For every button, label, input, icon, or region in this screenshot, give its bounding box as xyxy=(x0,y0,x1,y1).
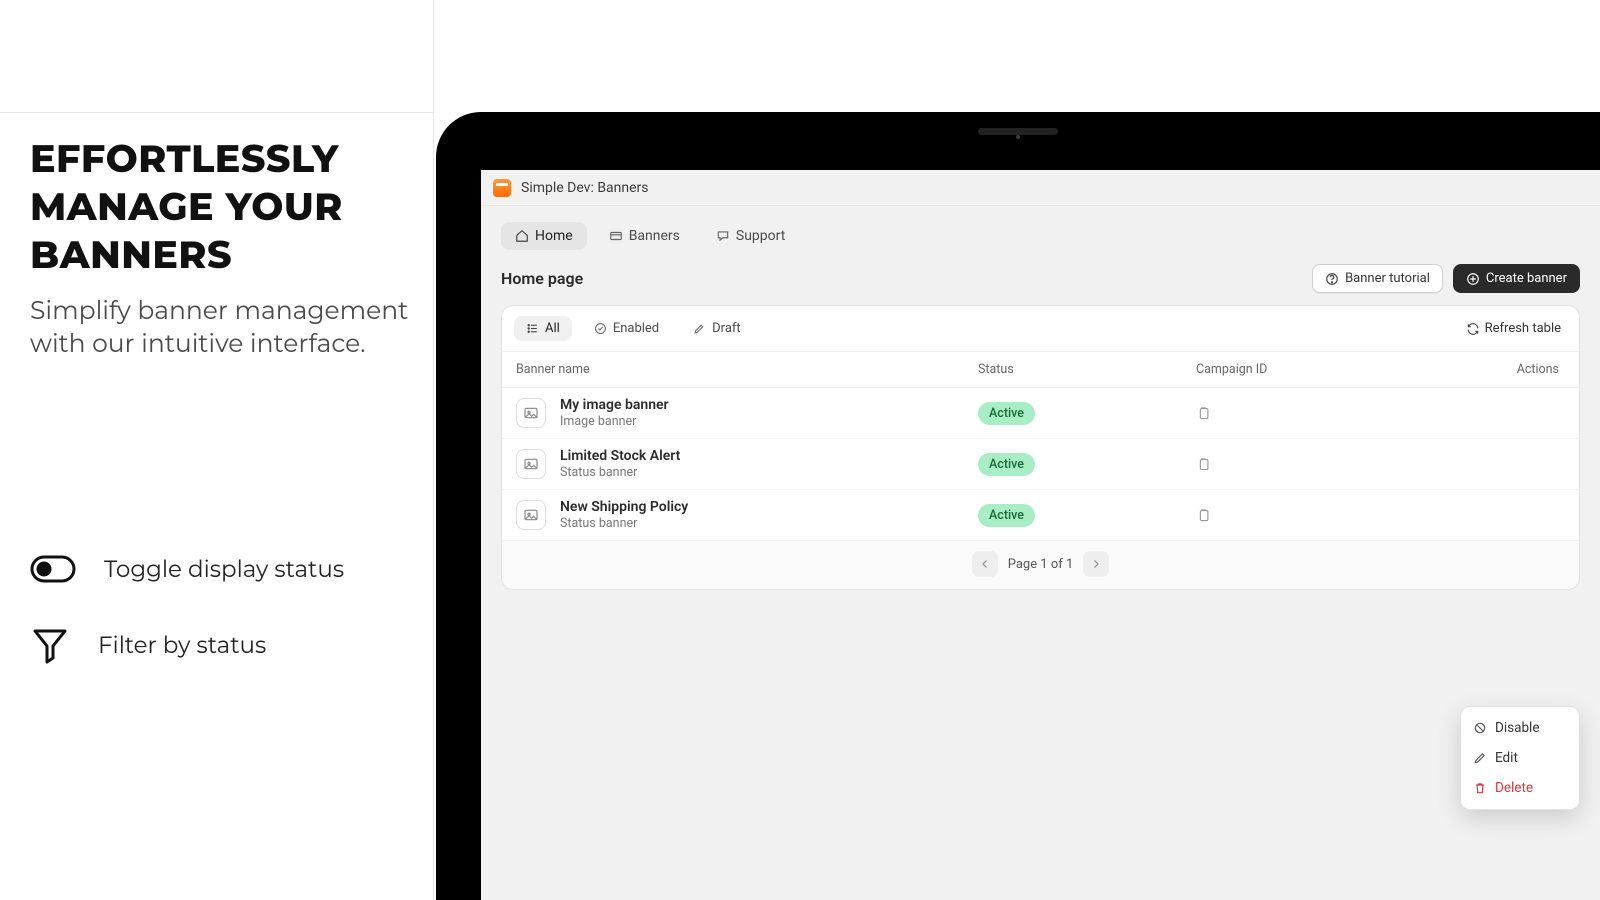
home-icon xyxy=(515,229,529,243)
table-row[interactable]: New Shipping Policy Status banner Active xyxy=(502,490,1579,541)
funnel-icon xyxy=(30,625,70,665)
nav-tabs: Home Banners Support xyxy=(481,206,1600,250)
app-icon xyxy=(493,179,511,197)
page-title: Home page xyxy=(501,269,583,288)
ctx-edit[interactable]: Edit xyxy=(1461,743,1579,773)
window-topbar: Simple Dev: Banners xyxy=(481,170,1600,206)
refresh-table-button[interactable]: Refresh table xyxy=(1460,317,1567,340)
feature-toggle: Toggle display status xyxy=(30,555,344,583)
row-name: New Shipping Policy Status banner xyxy=(560,499,978,531)
laptop-notch xyxy=(978,128,1058,135)
col-status: Status xyxy=(978,362,1196,377)
tab-label: Banners xyxy=(629,228,680,244)
page-prev-button[interactable] xyxy=(972,551,998,577)
image-thumb-icon xyxy=(516,500,546,530)
page-next-button[interactable] xyxy=(1083,551,1109,577)
feature-filter: Filter by status xyxy=(30,625,266,665)
banners-icon xyxy=(609,229,623,243)
tab-home[interactable]: Home xyxy=(501,222,587,250)
status-badge: Active xyxy=(978,504,1035,527)
table-row[interactable]: Limited Stock Alert Status banner Active xyxy=(502,439,1579,490)
ctx-label: Edit xyxy=(1495,750,1518,766)
ctx-disable[interactable]: Disable xyxy=(1461,713,1579,743)
row-subtitle: Status banner xyxy=(560,465,978,480)
row-title: My image banner xyxy=(560,397,978,413)
row-status: Active xyxy=(978,504,1196,527)
row-title: New Shipping Policy xyxy=(560,499,978,515)
feature-label: Filter by status xyxy=(98,631,266,659)
refresh-label: Refresh table xyxy=(1485,321,1561,336)
row-name: My image banner Image banner xyxy=(560,397,978,429)
edit-icon xyxy=(693,322,706,335)
page-indicator: Page 1 of 1 xyxy=(1008,557,1074,572)
banner-tutorial-button[interactable]: Banner tutorial xyxy=(1312,264,1443,293)
tab-label: Home xyxy=(535,228,573,244)
status-badge: Active xyxy=(978,402,1035,425)
headline: EFFORTLESSLY MANAGE YOUR BANNERS xyxy=(30,135,410,279)
marketing-panel: EFFORTLESSLY MANAGE YOUR BANNERS Simplif… xyxy=(0,0,433,900)
tab-support[interactable]: Support xyxy=(702,222,799,250)
list-icon xyxy=(526,322,539,335)
page-header: Home page Banner tutorial Create banner xyxy=(481,250,1600,305)
table-row[interactable]: My image banner Image banner Active xyxy=(502,388,1579,439)
window-title: Simple Dev: Banners xyxy=(521,180,649,196)
trash-icon xyxy=(1473,781,1487,795)
col-name: Banner name xyxy=(516,362,978,377)
subheadline: Simplify banner management with our intu… xyxy=(30,295,420,361)
disable-icon xyxy=(1473,721,1487,735)
laptop-camera xyxy=(1016,135,1020,139)
col-campaign: Campaign ID xyxy=(1196,362,1396,377)
image-thumb-icon xyxy=(516,398,546,428)
row-campaign-id[interactable] xyxy=(1196,457,1396,472)
row-campaign-id[interactable] xyxy=(1196,406,1396,421)
filter-label: Enabled xyxy=(613,321,659,336)
row-status: Active xyxy=(978,453,1196,476)
tab-banners[interactable]: Banners xyxy=(595,222,694,250)
laptop-frame: Simple Dev: Banners Home Banners Suppo xyxy=(436,112,1600,900)
filter-draft[interactable]: Draft xyxy=(681,316,753,341)
filter-row: All Enabled Draft xyxy=(502,306,1579,352)
filter-label: Draft xyxy=(712,321,741,336)
button-label: Create banner xyxy=(1486,271,1567,286)
row-context-menu: Disable Edit Delete xyxy=(1460,706,1580,810)
pagination: Page 1 of 1 xyxy=(502,541,1579,589)
create-banner-button[interactable]: Create banner xyxy=(1453,264,1580,293)
row-status: Active xyxy=(978,402,1196,425)
divider xyxy=(0,112,433,113)
check-icon xyxy=(594,322,607,335)
plus-circle-icon xyxy=(1466,272,1480,286)
ctx-label: Delete xyxy=(1495,780,1533,796)
refresh-icon xyxy=(1466,322,1479,335)
pencil-icon xyxy=(1473,751,1487,765)
support-icon xyxy=(716,229,730,243)
toggle-icon xyxy=(30,555,76,583)
ctx-delete[interactable]: Delete xyxy=(1461,773,1579,803)
banners-table-card: All Enabled Draft xyxy=(501,305,1580,590)
row-campaign-id[interactable] xyxy=(1196,508,1396,523)
divider xyxy=(433,0,434,900)
row-subtitle: Status banner xyxy=(560,516,978,531)
filter-all[interactable]: All xyxy=(514,316,572,341)
row-title: Limited Stock Alert xyxy=(560,448,978,464)
header-actions: Banner tutorial Create banner xyxy=(1312,264,1580,293)
app-screen: Simple Dev: Banners Home Banners Suppo xyxy=(481,170,1600,900)
row-name: Limited Stock Alert Status banner xyxy=(560,448,978,480)
filter-label: All xyxy=(545,321,560,336)
help-icon xyxy=(1325,272,1339,286)
button-label: Banner tutorial xyxy=(1345,271,1430,286)
tab-label: Support xyxy=(736,228,785,244)
feature-label: Toggle display status xyxy=(104,555,344,583)
row-subtitle: Image banner xyxy=(560,414,978,429)
image-thumb-icon xyxy=(516,449,546,479)
status-badge: Active xyxy=(978,453,1035,476)
col-actions: Actions xyxy=(1396,362,1565,377)
filter-enabled[interactable]: Enabled xyxy=(582,316,671,341)
table-header: Banner name Status Campaign ID Actions xyxy=(502,352,1579,388)
ctx-label: Disable xyxy=(1495,720,1539,736)
